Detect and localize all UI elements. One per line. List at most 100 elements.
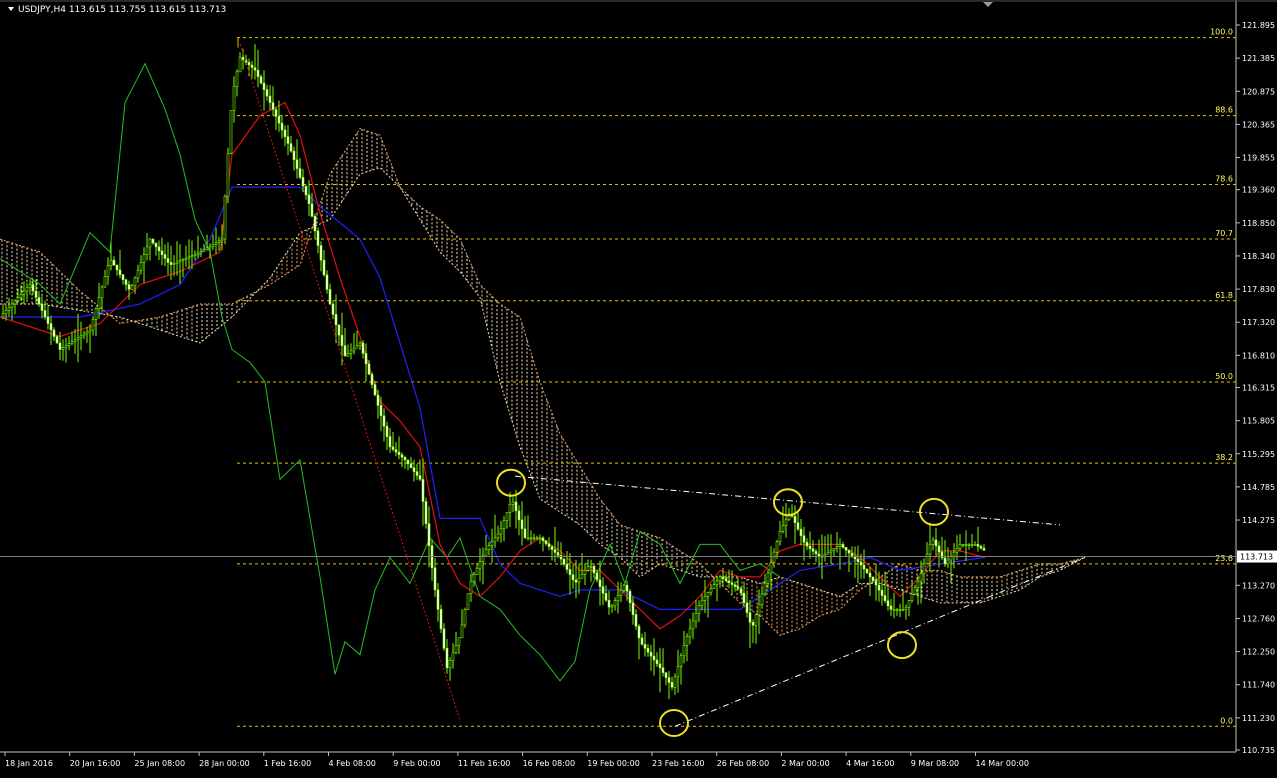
candle-body (208, 245, 212, 249)
candle-body (523, 528, 527, 539)
candle-body (136, 269, 140, 279)
candle-body (469, 580, 473, 595)
candle-body (511, 501, 515, 505)
candle-body (466, 593, 470, 610)
candle-body (607, 599, 611, 608)
candle-body (112, 259, 116, 266)
candle-body (559, 555, 563, 560)
fib-level-label: 0.0 (1220, 716, 1233, 725)
price-tick-label: 121.895 (1242, 21, 1275, 30)
candle-body (415, 471, 419, 476)
candle-body (85, 331, 89, 335)
chart-area[interactable]: USDJPY,H4 113.615 113.755 113.615 113.71… (0, 0, 1277, 774)
candle-body (250, 64, 254, 68)
candle-body (454, 644, 458, 654)
fib-level-label: 78.6 (1215, 174, 1233, 183)
time-tick-label: 16 Feb 08:00 (523, 759, 575, 768)
candle-body (961, 544, 965, 546)
candle-body (625, 584, 629, 592)
candle-body (565, 563, 569, 570)
candle-body (946, 559, 950, 565)
candle-body (424, 501, 428, 524)
candle-body (763, 583, 767, 595)
candle-body (604, 593, 608, 601)
current-price-label: 113.713 (1240, 553, 1273, 562)
candle-body (601, 586, 605, 594)
price-tick-label: 120.875 (1242, 87, 1275, 96)
candle-body (409, 463, 413, 468)
candle-body (355, 345, 359, 349)
candle-body (1, 313, 5, 318)
candle-body (568, 569, 572, 575)
price-tick-label: 114.785 (1242, 483, 1275, 492)
candle-body (664, 672, 668, 678)
candle-body (295, 159, 299, 169)
candle-body (286, 136, 290, 144)
candle-body (175, 261, 179, 264)
candle-body (127, 284, 131, 290)
candle-body (181, 259, 185, 261)
candle-body (205, 247, 209, 250)
candle-body (37, 297, 41, 305)
candle-body (586, 566, 590, 571)
candle-body (22, 290, 26, 295)
candle-body (595, 572, 599, 581)
price-tick-label: 110.735 (1242, 746, 1275, 755)
candle-body (418, 475, 422, 480)
candle-body (334, 314, 338, 326)
candle-body (628, 590, 632, 604)
candle-body (100, 286, 104, 299)
candle-body (436, 589, 440, 610)
candle-body (808, 545, 812, 549)
candle-body (148, 238, 152, 248)
candle-body (865, 568, 869, 574)
price-tick-label: 118.850 (1242, 219, 1275, 228)
candle-body (514, 501, 518, 512)
candle-body (391, 446, 395, 450)
candle-body (313, 216, 317, 232)
candle-body (589, 565, 593, 568)
candle-body (328, 289, 332, 305)
price-chart[interactable]: USDJPY,H4 113.615 113.755 113.615 113.71… (0, 0, 1277, 774)
candle-body (58, 342, 62, 350)
candle-body (838, 544, 842, 547)
candle-body (793, 515, 797, 524)
candle-body (40, 303, 44, 311)
candle-body (520, 519, 524, 530)
candle-body (727, 580, 731, 583)
candle-body (82, 333, 86, 337)
candle-body (187, 256, 191, 259)
candle-body (331, 303, 335, 315)
candle-body (679, 655, 683, 667)
candle-body (976, 544, 980, 547)
candle-body (28, 284, 32, 289)
time-tick-label: 28 Jan 00:00 (199, 759, 250, 768)
candle-body (406, 459, 410, 465)
candle-body (847, 549, 851, 554)
candle-body (457, 637, 461, 646)
candle-body (238, 56, 242, 73)
fib-level-label: 50.0 (1215, 372, 1233, 381)
candle-body (475, 567, 479, 576)
candle-body (877, 584, 881, 591)
candle-body (844, 546, 848, 551)
candle-body (10, 303, 14, 308)
candle-body (775, 541, 779, 553)
candle-body (154, 242, 158, 248)
candle-body (364, 353, 368, 365)
candle-body (358, 342, 362, 346)
price-tick-label: 117.320 (1242, 318, 1275, 327)
candle-body (193, 253, 197, 256)
price-tick-label: 111.740 (1242, 681, 1275, 690)
candle-body (121, 274, 125, 280)
candle-body (670, 682, 674, 688)
candle-body (385, 425, 389, 437)
candle-body (73, 339, 77, 342)
candle-body (685, 636, 689, 646)
candle-body (478, 561, 482, 569)
candle-body (760, 593, 764, 605)
candle-body (46, 316, 50, 324)
candle-body (733, 584, 737, 587)
candle-body (955, 547, 959, 553)
candle-body (856, 558, 860, 563)
